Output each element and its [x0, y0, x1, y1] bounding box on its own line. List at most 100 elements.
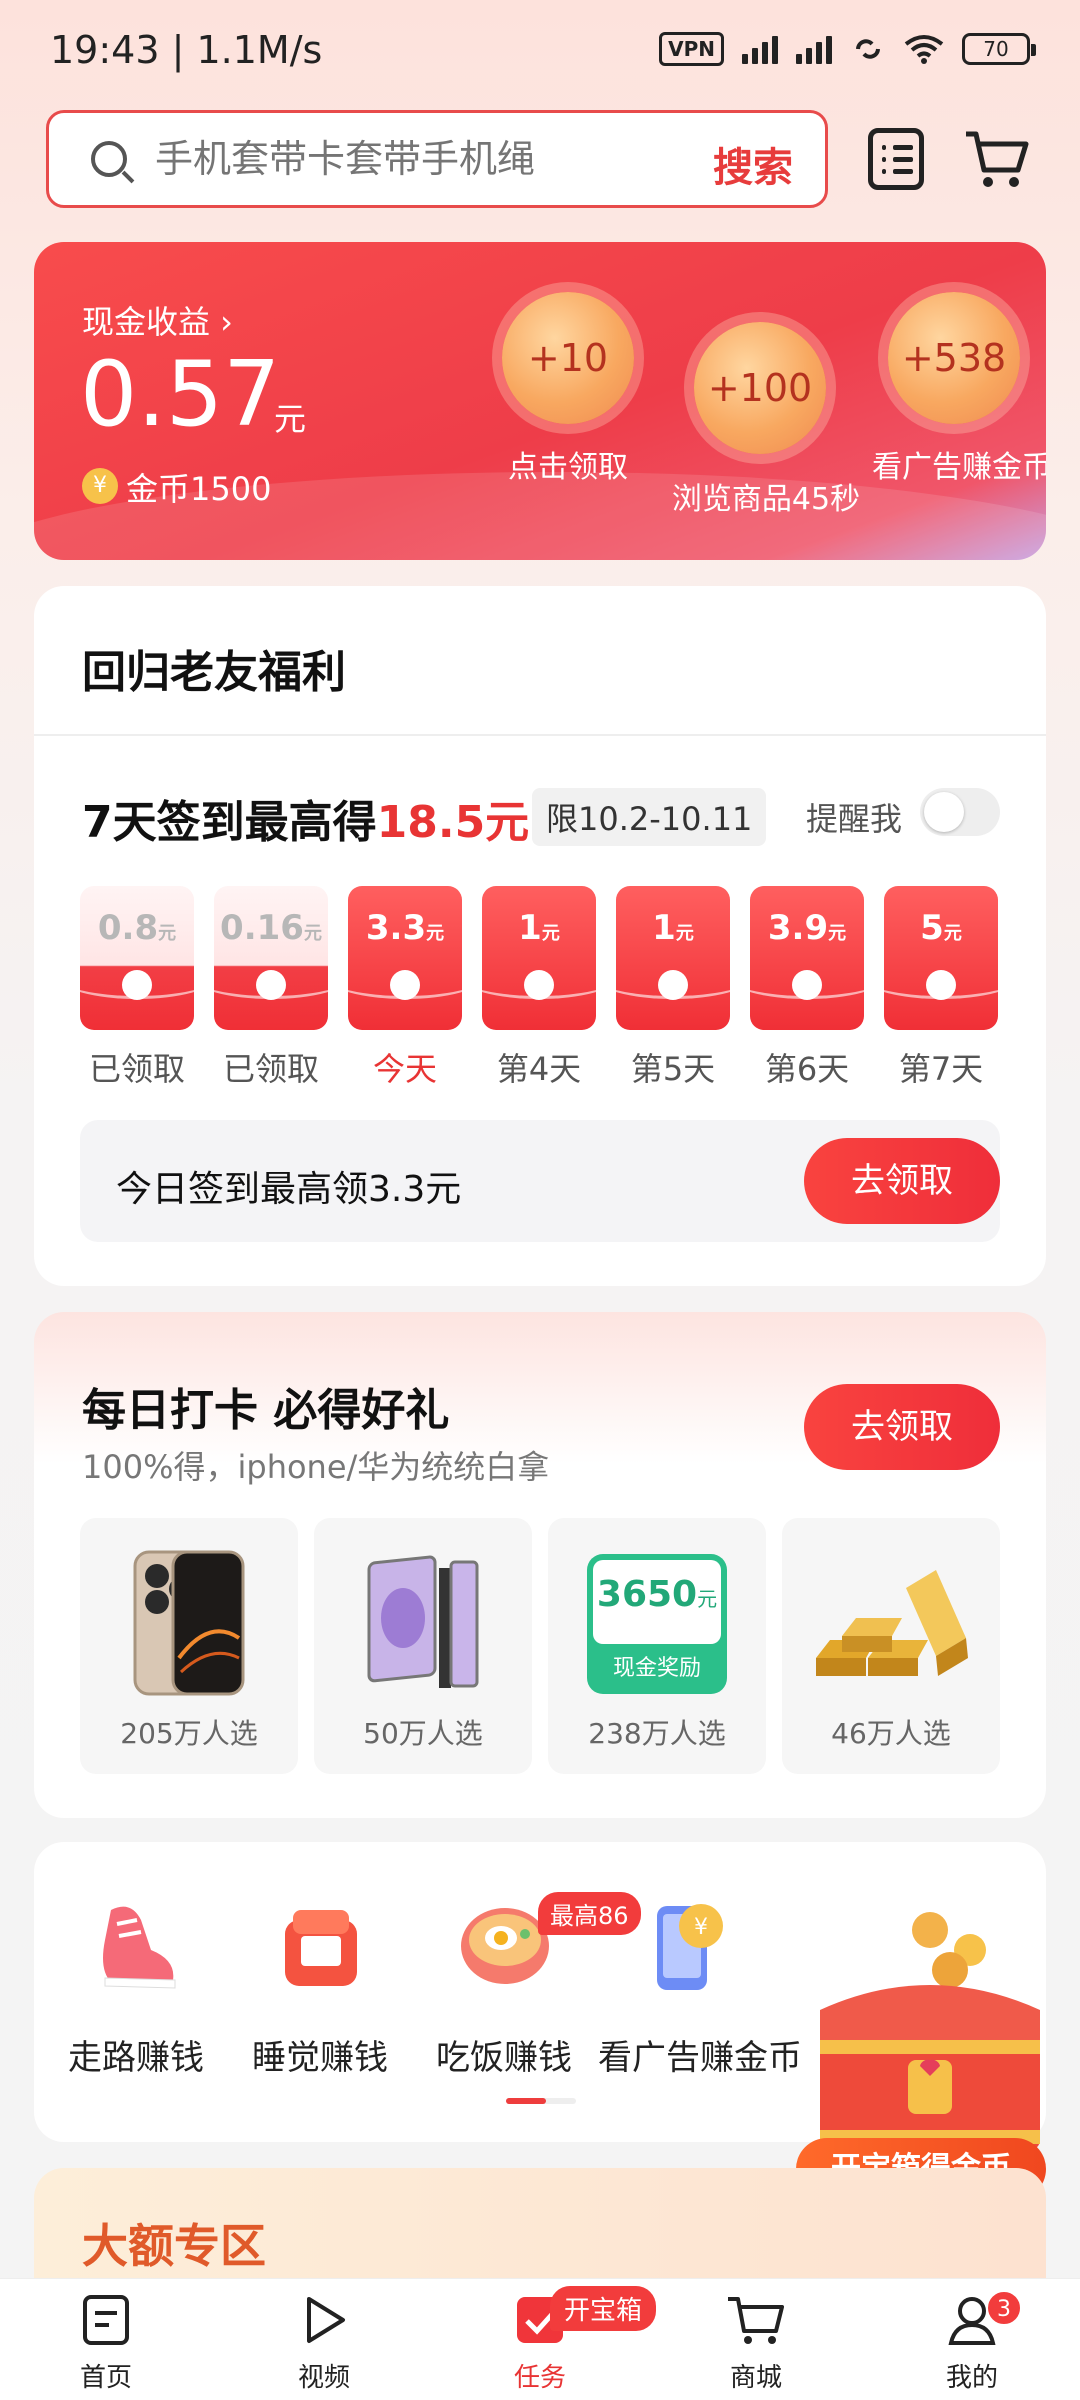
sign-in-amount: 18.5元: [376, 797, 530, 848]
task-sleep[interactable]: 睡觉赚钱: [230, 1890, 410, 2079]
day-value: 1: [652, 908, 676, 948]
svg-text:¥: ¥: [694, 1915, 708, 1940]
day-6[interactable]: 3.9元 第6天: [750, 886, 864, 1090]
remind-label: 提醒我: [806, 800, 903, 838]
nav-label: 我的: [945, 2363, 998, 2393]
earnings-card[interactable]: 现金收益 › 0.57 元 ¥ 金币1500 +10 点击领取 +100 浏览商…: [34, 242, 1046, 560]
nav-home[interactable]: 首页: [36, 2293, 176, 2394]
search-button[interactable]: 搜索: [713, 135, 793, 193]
foldable-phone-image: [367, 1555, 479, 1688]
status-time: 19:43 | 1.1M/s: [50, 28, 323, 72]
day-value: 3.3: [365, 908, 427, 948]
prize-phone[interactable]: 205万人选: [80, 1518, 298, 1774]
day-5[interactable]: 1元 第5天: [616, 886, 730, 1090]
red-envelope: 0.8元: [80, 886, 194, 1030]
treasure-badge: 开宝箱: [550, 2286, 657, 2331]
sign-in-title: 7天签到最高得18.5元: [82, 786, 529, 850]
task-label: 走路赚钱: [68, 2038, 204, 2078]
day-unit: 元: [828, 923, 847, 944]
cart-icon[interactable]: [962, 124, 1032, 194]
prize-gold[interactable]: 46万人选: [782, 1518, 1000, 1774]
day-unit: 元: [303, 923, 322, 944]
daily-claim-button[interactable]: 去领取: [804, 1384, 1000, 1470]
prize-count: 46万人选: [831, 1717, 951, 1750]
prize-count: 238万人选: [588, 1717, 726, 1750]
phone-coin-icon: ¥: [657, 1904, 723, 1990]
task-label: 看广告赚金币: [598, 2038, 802, 2078]
search-bar[interactable]: 搜索: [46, 110, 828, 208]
returning-friend-card: 回归老友福利 7天签到最高得18.5元 限10.2-10.11 提醒我 0.8元…: [34, 586, 1046, 1286]
cash-earnings-label[interactable]: 现金收益 ›: [82, 297, 233, 343]
reward-caption-3: 看广告赚金币: [872, 450, 1046, 485]
red-envelope: 1元: [616, 886, 730, 1030]
prize-count: 205万人选: [120, 1717, 258, 1750]
vpn-icon: VPN: [659, 32, 724, 66]
day-label: 第5天: [630, 1050, 716, 1088]
day-label: 第7天: [898, 1050, 984, 1088]
order-list-icon[interactable]: [868, 128, 924, 190]
red-envelope: 0.16元: [214, 886, 328, 1030]
prize-cash[interactable]: 3650元 现金奖励 238万人选: [548, 1518, 766, 1774]
search-input[interactable]: [155, 137, 675, 181]
day-label: 今天: [372, 1050, 437, 1088]
day-1[interactable]: 0.8元 已领取: [80, 886, 194, 1090]
reward-caption-2: 浏览商品45秒: [671, 482, 861, 517]
day-label: 已领取: [222, 1050, 319, 1088]
task-label: 睡觉赚钱: [252, 2038, 388, 2078]
search-icon: [91, 141, 127, 177]
sign-in-prefix: 7天签到最高得: [82, 797, 377, 848]
day-7[interactable]: 5元 第7天: [884, 886, 998, 1090]
day-value: 0.8: [97, 908, 159, 948]
prize-foldable[interactable]: 50万人选: [314, 1518, 532, 1774]
task-watch-ads[interactable]: ¥ 看广告赚金币: [598, 1890, 802, 2079]
battery-icon: 70: [962, 33, 1036, 65]
scroll-indicator: [506, 2098, 576, 2104]
day-label: 第4天: [496, 1050, 582, 1088]
nav-mall[interactable]: 商城: [686, 2293, 826, 2394]
nav-video[interactable]: 视频: [254, 2293, 394, 2394]
play-icon: [307, 2297, 345, 2343]
big-zone-title: 大额专区: [82, 2219, 266, 2273]
task-walk[interactable]: 走路赚钱: [46, 1890, 226, 2079]
claim-button[interactable]: 去领取: [804, 1138, 1000, 1224]
day-value: 1: [518, 908, 542, 948]
day-4[interactable]: 1元 第4天: [482, 886, 596, 1090]
reward-bubble-1[interactable]: +10: [502, 292, 634, 424]
cash-amount-value: 3650: [596, 1574, 698, 1615]
nav-label: 视频: [297, 2363, 350, 2393]
red-envelope: 1元: [482, 886, 596, 1030]
prize-count: 50万人选: [363, 1717, 483, 1750]
nav-label: 首页: [79, 2363, 132, 2393]
notification-count-badge: 3: [986, 2290, 1022, 2326]
day-value: 3.9: [767, 908, 829, 948]
day-2[interactable]: 0.16元 已领取: [214, 886, 328, 1090]
remind-toggle[interactable]: [920, 788, 1000, 836]
reward-caption-1: 点击领取: [508, 450, 628, 485]
red-envelope: 5元: [884, 886, 998, 1030]
coin-balance: 金币1500: [126, 470, 272, 508]
reward-bubble-2[interactable]: +100: [694, 322, 826, 454]
day-value: 5: [920, 908, 944, 948]
sneaker-icon: [103, 1906, 176, 1989]
day-unit: 元: [158, 923, 177, 944]
daily-subtitle: 100%得，iphone/华为统统白拿: [82, 1448, 550, 1486]
day-unit: 元: [541, 923, 560, 944]
alarm-clock-icon: [285, 1910, 357, 1986]
cash-reward-label: 现金奖励: [612, 1656, 701, 1681]
daily-checkin-card: 每日打卡 必得好礼 100%得，iphone/华为统统白拿 去领取 205万人选…: [34, 1312, 1046, 1818]
cash-amount-unit: 元: [697, 1587, 718, 1611]
day-value: 0.16: [220, 908, 304, 948]
day-3[interactable]: 3.3元 今天: [348, 886, 462, 1090]
red-envelope: 3.3元: [348, 886, 462, 1030]
bottom-nav: 首页 视频 任务 商城 我的: [0, 2278, 1080, 2400]
wifi-icon: [904, 35, 944, 64]
day-label: 第6天: [764, 1050, 850, 1088]
gold-bars-image: [816, 1570, 968, 1676]
coin-icon: ¥: [82, 468, 118, 504]
home-icon: [83, 2295, 129, 2345]
friend-card-title: 回归老友福利: [82, 647, 346, 698]
task-label: 吃饭赚钱: [436, 2038, 572, 2078]
reward-bubble-3[interactable]: +538: [888, 292, 1020, 424]
nav-label: 任务: [513, 2363, 566, 2393]
cash-reward-card: 3650元 现金奖励: [587, 1554, 727, 1694]
